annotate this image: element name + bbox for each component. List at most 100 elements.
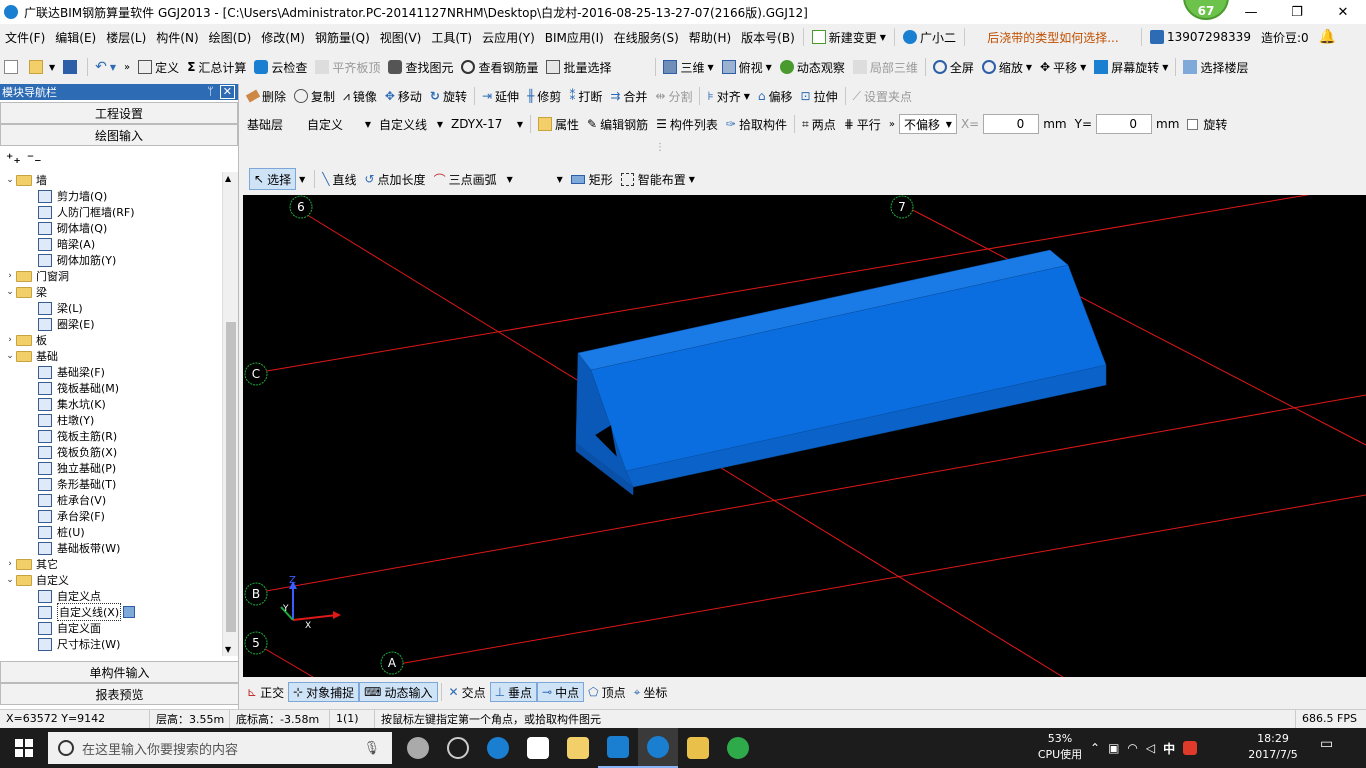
menu-tools[interactable]: 工具(T) xyxy=(426,29,477,46)
view-steel-button[interactable]: 查看钢筋量 xyxy=(457,59,542,76)
sogou-ime-icon[interactable] xyxy=(1183,741,1198,755)
mirror-button[interactable]: ⩘ 镜像 xyxy=(339,88,381,105)
chevron-down-icon[interactable]: ⌄ xyxy=(4,175,16,185)
notes-app-icon[interactable] xyxy=(678,728,718,768)
tree-item[interactable]: 砌体墙(Q) xyxy=(0,220,222,236)
rotate-screen-button[interactable]: 屏幕旋转 ▼ xyxy=(1090,59,1172,76)
break-button[interactable]: ⁑ 打断 xyxy=(565,88,606,105)
elem-list-button[interactable]: ☰ 构件列表 xyxy=(652,116,722,133)
scroll-up-icon[interactable]: ▲ xyxy=(225,174,231,183)
pan-button[interactable]: ✥ 平移 ▼ xyxy=(1036,59,1090,76)
ime-indicator[interactable]: 中 xyxy=(1163,740,1175,757)
flat-top-button[interactable]: 平齐板顶 xyxy=(311,59,384,76)
layer-select[interactable]: 基础层 xyxy=(243,116,303,133)
tree-folder[interactable]: ⌄ 墙 xyxy=(0,172,222,188)
name-select[interactable]: ZDYX-17 ▼ xyxy=(447,117,527,131)
toolbar-overflow-icon[interactable]: » xyxy=(120,62,134,73)
account-button[interactable]: 13907298339 xyxy=(1145,30,1256,44)
tree-item[interactable]: 桩(U) xyxy=(0,524,222,540)
extend-button[interactable]: ⇥ 延伸 xyxy=(478,88,523,105)
tree-item[interactable]: 条形基础(T) xyxy=(0,476,222,492)
menu-view[interactable]: 视图(V) xyxy=(375,29,427,46)
collapse-all-icon[interactable]: ⁻₋ xyxy=(27,151,42,167)
menu-online[interactable]: 在线服务(S) xyxy=(609,29,684,46)
define-button[interactable]: 定义 xyxy=(134,59,183,76)
browser-360-icon[interactable] xyxy=(438,728,478,768)
tree-item[interactable]: 独立基础(P) xyxy=(0,460,222,476)
cpu-monitor[interactable]: 53% CPU使用 xyxy=(1030,731,1090,763)
guangxiaoer-button[interactable]: 广小二 xyxy=(898,29,961,46)
bell-icon[interactable]: 🔔 xyxy=(1314,29,1341,45)
custom-line-3d-element[interactable] xyxy=(575,249,1107,496)
task-view-icon[interactable] xyxy=(398,728,438,768)
canvas-svg[interactable]: 6 7 C B 5 A Z Y X xyxy=(243,195,1366,677)
pick-elem-button[interactable]: ✑ 拾取构件 xyxy=(722,116,791,133)
glodon-app-icon[interactable] xyxy=(598,728,638,768)
fullscreen-button[interactable]: 全屏 xyxy=(929,59,978,76)
tree-folder[interactable]: › 板 xyxy=(0,332,222,348)
tree-folder[interactable]: › 其它 xyxy=(0,556,222,572)
select-button[interactable]: ↖ 选择 xyxy=(249,168,297,190)
tree-item[interactable]: 自定义线(X) xyxy=(0,603,222,621)
edge-icon[interactable] xyxy=(478,728,518,768)
undo-icon[interactable]: ↶ ▼ xyxy=(91,59,120,75)
smart-layout-button[interactable]: 智能布置 ▼ xyxy=(617,171,699,188)
menu-modify[interactable]: 修改(M) xyxy=(256,29,310,46)
pin-icon[interactable]: ᛘ xyxy=(207,85,214,99)
perpendicular-snap[interactable]: ⊥ 垂点 xyxy=(489,682,538,702)
arc3-button[interactable]: ⌒ 三点画弧 ▼ xyxy=(430,171,517,188)
zoom-button[interactable]: 缩放 ▼ xyxy=(978,59,1036,76)
tree-item[interactable]: 剪力墙(Q) xyxy=(0,188,222,204)
tree-item[interactable]: 筏板主筋(R) xyxy=(0,428,222,444)
point-len-button[interactable]: ↺ 点加长度 xyxy=(360,171,429,188)
drawing-canvas[interactable]: 6 7 C B 5 A Z Y X xyxy=(243,195,1366,677)
tree-folder[interactable]: ⌄ 梁 xyxy=(0,284,222,300)
tree-item[interactable]: 基础板带(W) xyxy=(0,540,222,556)
wifi-icon[interactable]: ◠ xyxy=(1127,741,1137,755)
y-input[interactable]: 0 xyxy=(1096,114,1152,134)
parallel-button[interactable]: ⋕ 平行 xyxy=(840,116,885,133)
offset-mode-select[interactable]: 不偏移 ▼ xyxy=(898,114,957,134)
microphone-icon[interactable]: 🎙 xyxy=(363,741,380,756)
chevron-down-icon[interactable]: ▼ xyxy=(299,175,305,184)
tree-item[interactable]: 筏板基础(M) xyxy=(0,380,222,396)
tree-folder[interactable]: ⌄ 基础 xyxy=(0,348,222,364)
menu-draw[interactable]: 绘图(D) xyxy=(204,29,257,46)
menu-edit[interactable]: 编辑(E) xyxy=(50,29,101,46)
menu-steel-qty[interactable]: 钢筋量(Q) xyxy=(310,29,375,46)
dynamic-view-button[interactable]: 动态观察 xyxy=(776,59,849,76)
batch-select-button[interactable]: 批量选择 xyxy=(542,59,615,76)
menu-file[interactable]: 文件(F) xyxy=(0,29,50,46)
chevron-right-icon[interactable]: › xyxy=(4,271,16,281)
toolbar-overflow-icon[interactable]: » xyxy=(885,119,899,130)
scroll-thumb[interactable] xyxy=(226,322,236,632)
copy-button[interactable]: 复制 xyxy=(290,88,339,105)
menu-component[interactable]: 构件(N) xyxy=(151,29,203,46)
find-elem-button[interactable]: 查找图元 xyxy=(384,59,457,76)
tip-link[interactable]: 后浇带的类型如何选择... xyxy=(968,29,1138,46)
scroll-down-icon[interactable]: ▼ xyxy=(225,645,231,654)
tree-item[interactable]: 自定义点 xyxy=(0,588,222,604)
intersection-snap[interactable]: ✕ 交点 xyxy=(445,682,490,702)
rotate-button[interactable]: ↻ 旋转 xyxy=(426,88,471,105)
file-explorer-icon[interactable] xyxy=(558,728,598,768)
report-preview-button[interactable]: 报表预览 xyxy=(0,683,239,705)
x-input[interactable]: 0 xyxy=(983,114,1040,134)
tree-scrollbar[interactable]: ▲ ▼ xyxy=(222,172,238,656)
stretch-button[interactable]: ⊡ 拉伸 xyxy=(797,88,842,105)
tree-item[interactable]: 筏板负筋(X) xyxy=(0,444,222,460)
edit-steel-button[interactable]: ✎ 编辑钢筋 xyxy=(583,116,652,133)
sum-calc-button[interactable]: Σ 汇总计算 xyxy=(183,59,250,76)
action-center-icon[interactable]: ▭ xyxy=(1320,736,1344,760)
new-file-icon[interactable] xyxy=(0,60,25,74)
tree-item[interactable]: 基础梁(F) xyxy=(0,364,222,380)
dyn-input-toggle[interactable]: ⌨ 动态输入 xyxy=(359,682,438,702)
clock[interactable]: 18:29 2017/7/5 xyxy=(1238,731,1308,763)
menu-help[interactable]: 帮助(H) xyxy=(684,29,736,46)
green-app-icon[interactable] xyxy=(718,728,758,768)
store-icon[interactable] xyxy=(518,728,558,768)
chevron-down-icon[interactable]: ⌄ xyxy=(4,575,16,585)
tree-item[interactable]: 桩承台(V) xyxy=(0,492,222,508)
close-button[interactable]: ✕ xyxy=(1320,0,1366,24)
single-input-button[interactable]: 单构件输入 xyxy=(0,661,239,683)
